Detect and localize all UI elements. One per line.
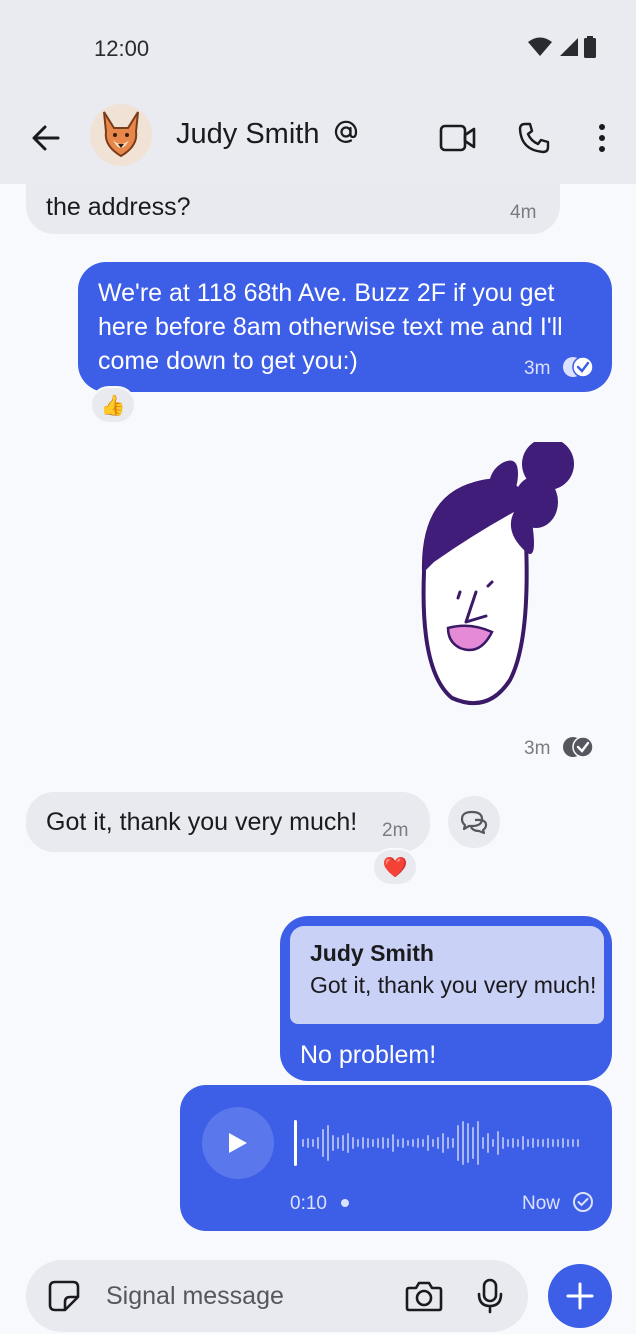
video-camera-icon (439, 124, 476, 152)
more-vert-icon (599, 124, 605, 152)
incoming-message-bubble[interactable]: Got it, thank you very much! 2m (26, 792, 430, 852)
contact-avatar[interactable] (90, 104, 152, 166)
play-button[interactable] (202, 1107, 274, 1179)
sent-check-icon (573, 1192, 593, 1212)
status-time: 12:00 (94, 36, 150, 61)
sticker-icon (48, 1280, 80, 1312)
quote-text: Got it, thank you very much! (310, 972, 597, 998)
waveform-graphic (294, 1120, 579, 1166)
camera-icon (405, 1281, 443, 1312)
message-reaction[interactable]: ❤️ (372, 848, 418, 886)
audio-waveform[interactable] (294, 1119, 584, 1167)
back-button[interactable] (22, 114, 70, 162)
reply-icon (460, 810, 488, 835)
message-text: We're at 118 68th Ave. Buzz 2F if you ge… (98, 279, 563, 375)
play-icon (229, 1133, 247, 1153)
outgoing-message-bubble[interactable]: Judy Smith Got it, thank you very much! … (280, 916, 612, 1081)
back-arrow-icon (32, 125, 60, 151)
status-icons (528, 36, 596, 58)
double-check-icon (563, 736, 594, 758)
message-text: No problem! (300, 1041, 437, 1069)
status-bar: 12:00 (0, 0, 636, 96)
attach-button[interactable] (548, 1264, 612, 1328)
message-reaction[interactable]: 👍 (90, 386, 136, 424)
message-text: Got it, thank you very much! (46, 808, 358, 836)
message-timestamp: 2m (382, 820, 409, 841)
voice-message-bubble[interactable]: 0:10 Now (180, 1085, 612, 1231)
sticker-message[interactable] (414, 438, 584, 712)
video-call-button[interactable] (434, 114, 482, 162)
double-check-icon (563, 356, 594, 378)
audio-duration: 0:10 (290, 1193, 327, 1214)
woman-face-sticker (421, 438, 574, 706)
message-input[interactable] (106, 1278, 396, 1314)
camera-button[interactable] (402, 1274, 446, 1318)
phone-icon (518, 122, 550, 154)
conversation-header: Judy Smith (0, 96, 636, 184)
voice-call-button[interactable] (510, 114, 558, 162)
battery-icon (584, 36, 596, 58)
quote-author: Judy Smith (310, 940, 434, 966)
wifi-icon (528, 37, 552, 56)
message-thread[interactable]: the address? 4m We're at 118 68th Ave. B… (0, 184, 636, 1244)
sticker-button[interactable] (44, 1276, 84, 1316)
reply-button[interactable] (448, 796, 500, 848)
microphone-icon (477, 1278, 503, 1314)
message-composer (26, 1260, 528, 1332)
at-icon (334, 120, 358, 143)
message-timestamp: 3m (524, 738, 551, 759)
contact-name[interactable]: Judy Smith (176, 118, 319, 151)
quoted-message[interactable]: Judy Smith Got it, thank you very much! (290, 926, 604, 1024)
incoming-message-bubble[interactable]: the address? 4m (26, 184, 560, 234)
voice-record-button[interactable] (468, 1274, 512, 1318)
outgoing-message-bubble[interactable]: We're at 118 68th Ave. Buzz 2F if you ge… (78, 262, 612, 392)
fox-avatar-icon (103, 111, 139, 158)
message-text: the address? (46, 193, 191, 221)
message-timestamp: 4m (510, 202, 537, 223)
more-options-button[interactable] (580, 114, 624, 162)
message-timestamp: Now (522, 1193, 561, 1214)
cell-signal-icon (560, 38, 578, 56)
plus-icon (566, 1282, 594, 1310)
message-timestamp: 3m (524, 358, 551, 379)
unplayed-dot (341, 1199, 349, 1207)
